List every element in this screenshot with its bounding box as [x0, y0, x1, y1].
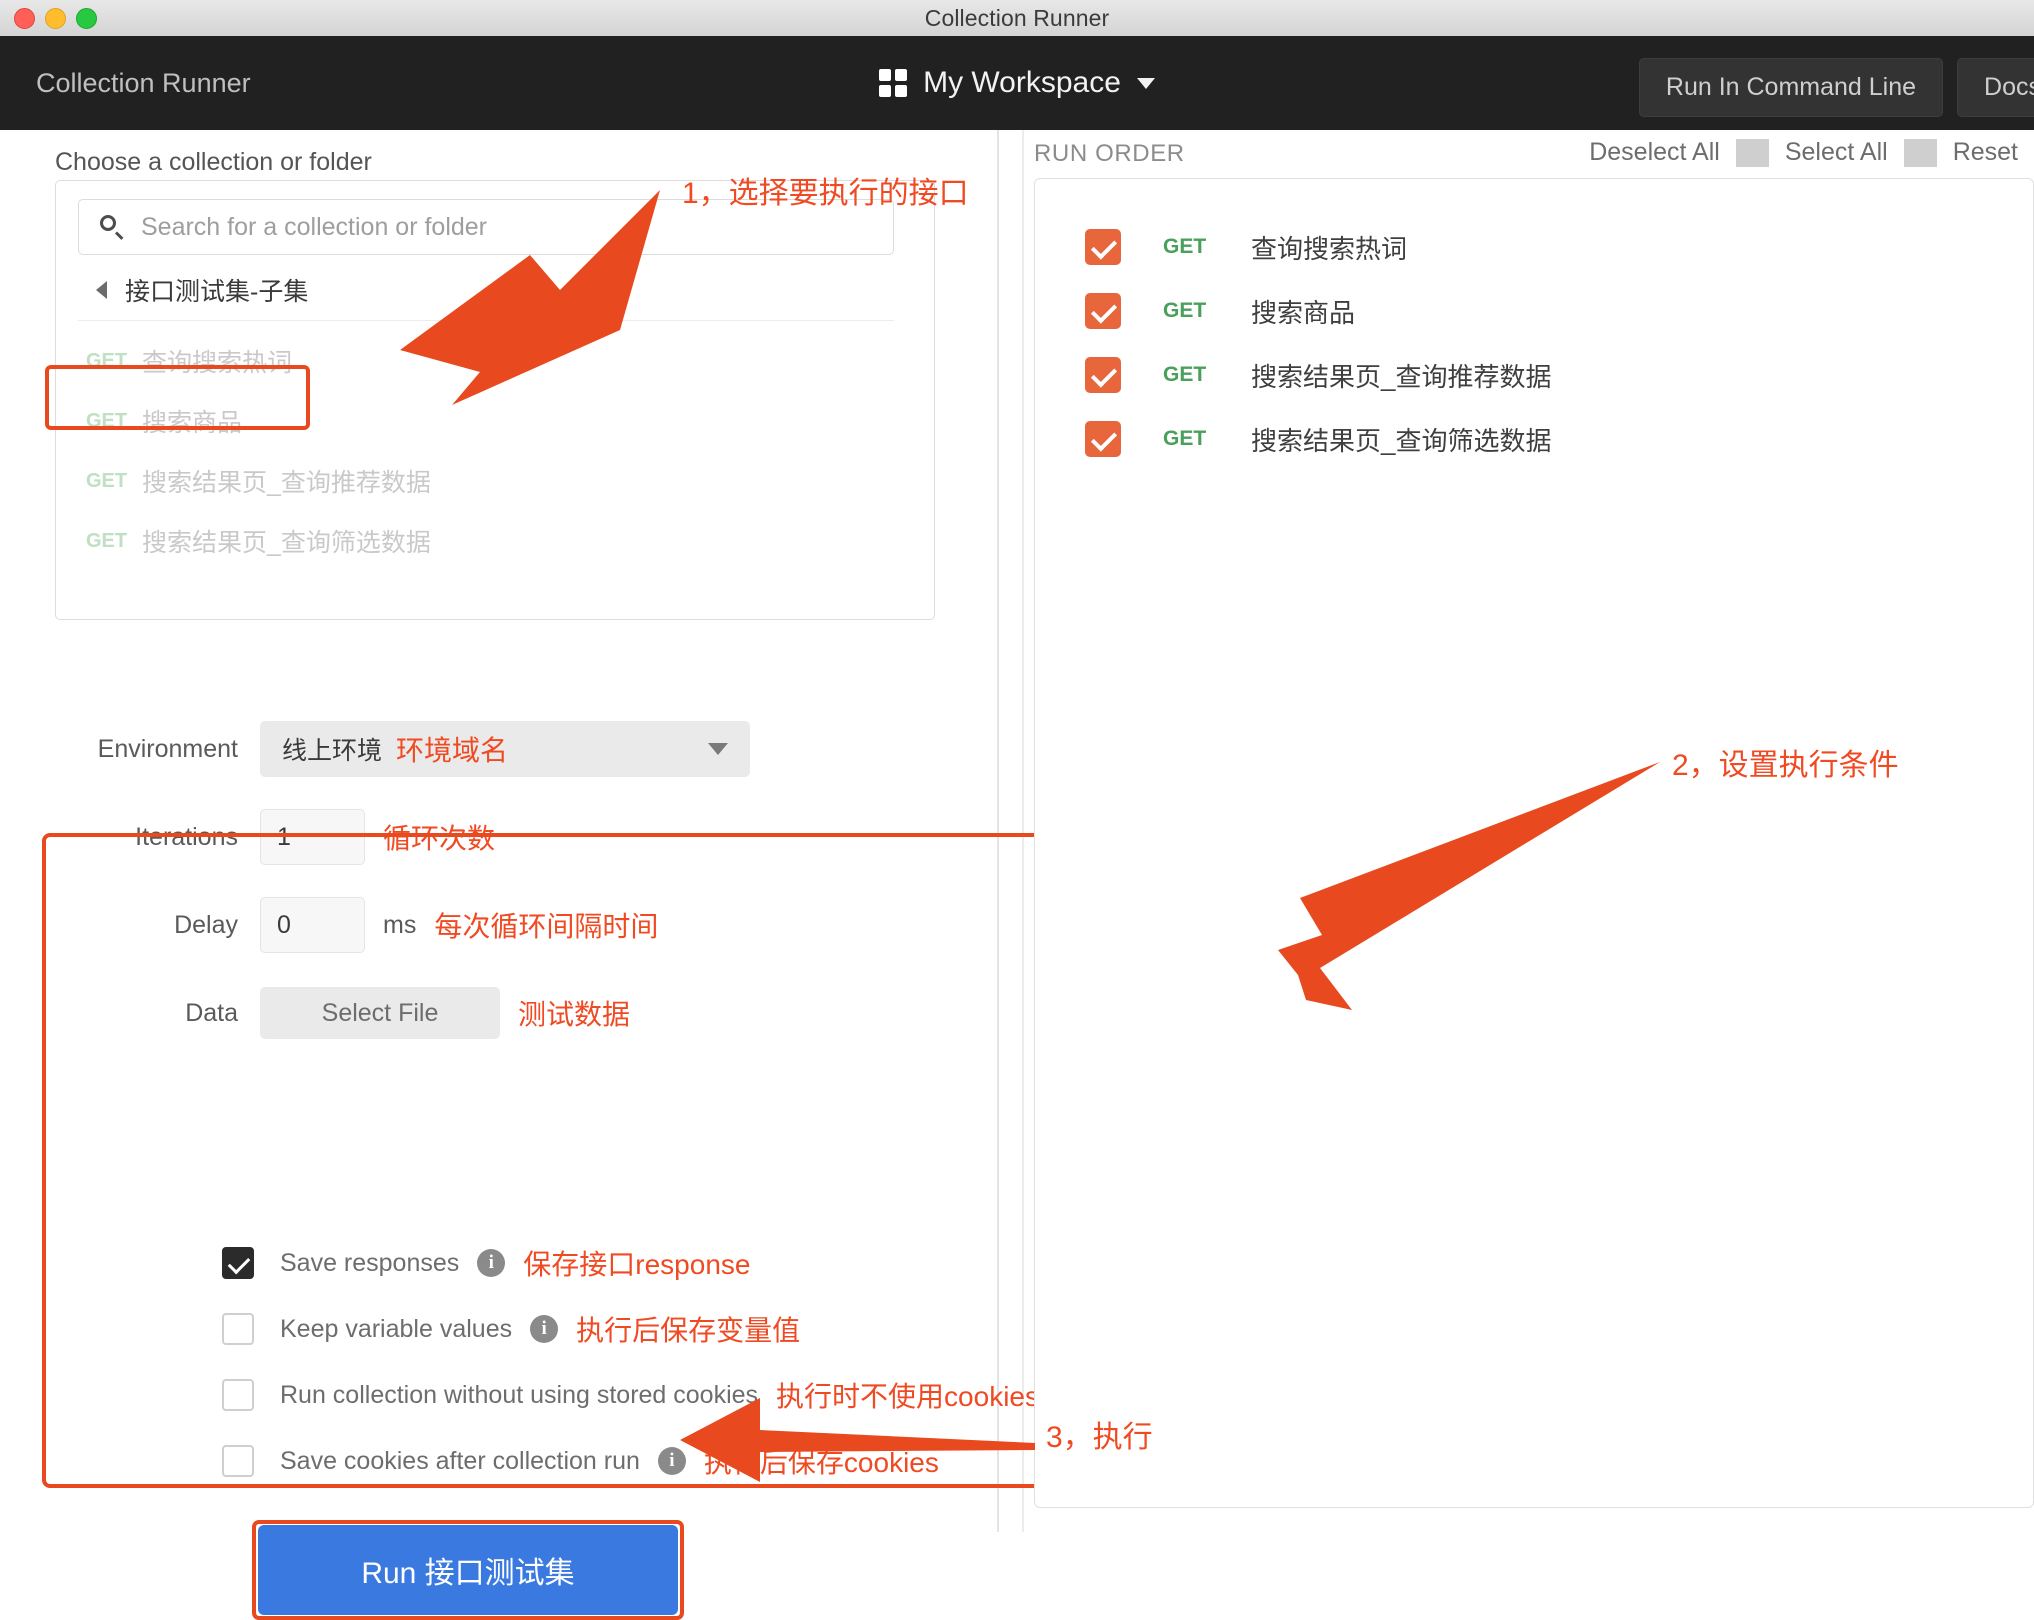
environment-select[interactable]: 线上环境 环境域名: [260, 721, 750, 777]
window-title: Collection Runner: [924, 4, 1110, 31]
run-order-actions: Deselect All Select All Reset: [1573, 138, 2034, 167]
collection-row-selected[interactable]: 接口测试集-子集: [78, 259, 894, 321]
collection-name: 接口测试集-子集: [125, 277, 309, 306]
request-method: GET: [1163, 363, 1207, 386]
navbar-actions: Run In Command Line Docs: [1638, 58, 2034, 117]
window-titlebar: Collection Runner: [0, 0, 2034, 37]
environment-value: 线上环境: [282, 737, 383, 765]
request-name: 搜索结果页_查询筛选数据: [1251, 425, 1552, 456]
request-name: 搜索结果页_查询推荐数据: [1251, 361, 1552, 392]
environment-row: Environment 线上环境 环境域名: [55, 705, 955, 793]
request-name: 查询搜索热词: [1251, 233, 1408, 264]
workspace-name: My Workspace: [923, 66, 1121, 99]
chevron-down-icon: [708, 743, 728, 755]
select-all-button[interactable]: Select All: [1769, 138, 1904, 167]
request-name: 搜索结果页_查询推荐数据: [142, 469, 431, 497]
request-name: 搜索结果页_查询筛选数据: [142, 529, 431, 557]
request-method: GET: [1163, 235, 1207, 258]
close-window-button[interactable]: [14, 8, 35, 29]
request-method: GET: [1163, 427, 1207, 450]
request-method: GET: [86, 529, 128, 552]
divider: [1735, 138, 1769, 167]
annotation-environment-note: 环境域名: [396, 735, 509, 766]
runner-content: Choose a collection or folder Search for…: [0, 130, 2034, 1620]
run-order-list: GET 查询搜索热词 GET 搜索商品 GET 搜索结果页_查询推荐数据 GET…: [1034, 178, 2034, 1508]
search-icon: [99, 214, 125, 240]
reset-button[interactable]: Reset: [1937, 138, 2034, 167]
annotation-step-1: 1，选择要执行的接口: [682, 177, 969, 210]
minimize-window-button[interactable]: [45, 8, 66, 29]
request-method: GET: [1163, 299, 1207, 322]
right-panel: RUN ORDER Deselect All Select All Reset …: [1024, 130, 2034, 1532]
request-method: GET: [86, 469, 128, 492]
table-row[interactable]: GET 搜索商品: [1035, 279, 2033, 343]
annotation-step-2: 2，设置执行条件: [1672, 749, 1899, 782]
run-order-checkbox[interactable]: [1085, 421, 1121, 457]
highlight-box-collection: [45, 365, 310, 430]
table-row[interactable]: GET 搜索结果页_查询筛选数据: [1035, 407, 2033, 471]
run-in-command-line-button[interactable]: Run In Command Line: [1638, 58, 1944, 117]
traffic-lights: [14, 8, 97, 29]
request-name: 搜索商品: [1251, 297, 1356, 328]
deselect-all-button[interactable]: Deselect All: [1573, 138, 1736, 167]
caret-left-icon[interactable]: [96, 280, 107, 299]
chevron-down-icon: [1136, 77, 1155, 89]
maximize-window-button[interactable]: [76, 8, 97, 29]
run-order-checkbox[interactable]: [1085, 229, 1121, 265]
environment-label: Environment: [97, 734, 238, 763]
table-row[interactable]: GET 搜索结果页_查询推荐数据: [1035, 343, 2033, 407]
run-order-title: RUN ORDER: [1034, 140, 1185, 167]
list-item[interactable]: GET 搜索结果页_查询筛选数据: [78, 511, 894, 571]
left-panel: Choose a collection or folder Search for…: [0, 130, 1292, 1620]
highlight-box-run: [252, 1520, 684, 1620]
run-order-checkbox[interactable]: [1085, 357, 1121, 393]
search-placeholder: Search for a collection or folder: [141, 212, 488, 241]
table-row[interactable]: GET 查询搜索热词: [1035, 215, 2033, 279]
divider: [1903, 138, 1937, 167]
docs-button[interactable]: Docs: [1957, 58, 2034, 117]
app-navbar: Collection Runner My Workspace Run In Co…: [0, 36, 2034, 130]
annotation-step-3: 3，执行: [1046, 1421, 1153, 1454]
list-item[interactable]: GET 搜索结果页_查询推荐数据: [78, 451, 894, 511]
run-order-checkbox[interactable]: [1085, 293, 1121, 329]
choose-collection-label: Choose a collection or folder: [55, 148, 372, 176]
grid-icon: [879, 69, 908, 97]
